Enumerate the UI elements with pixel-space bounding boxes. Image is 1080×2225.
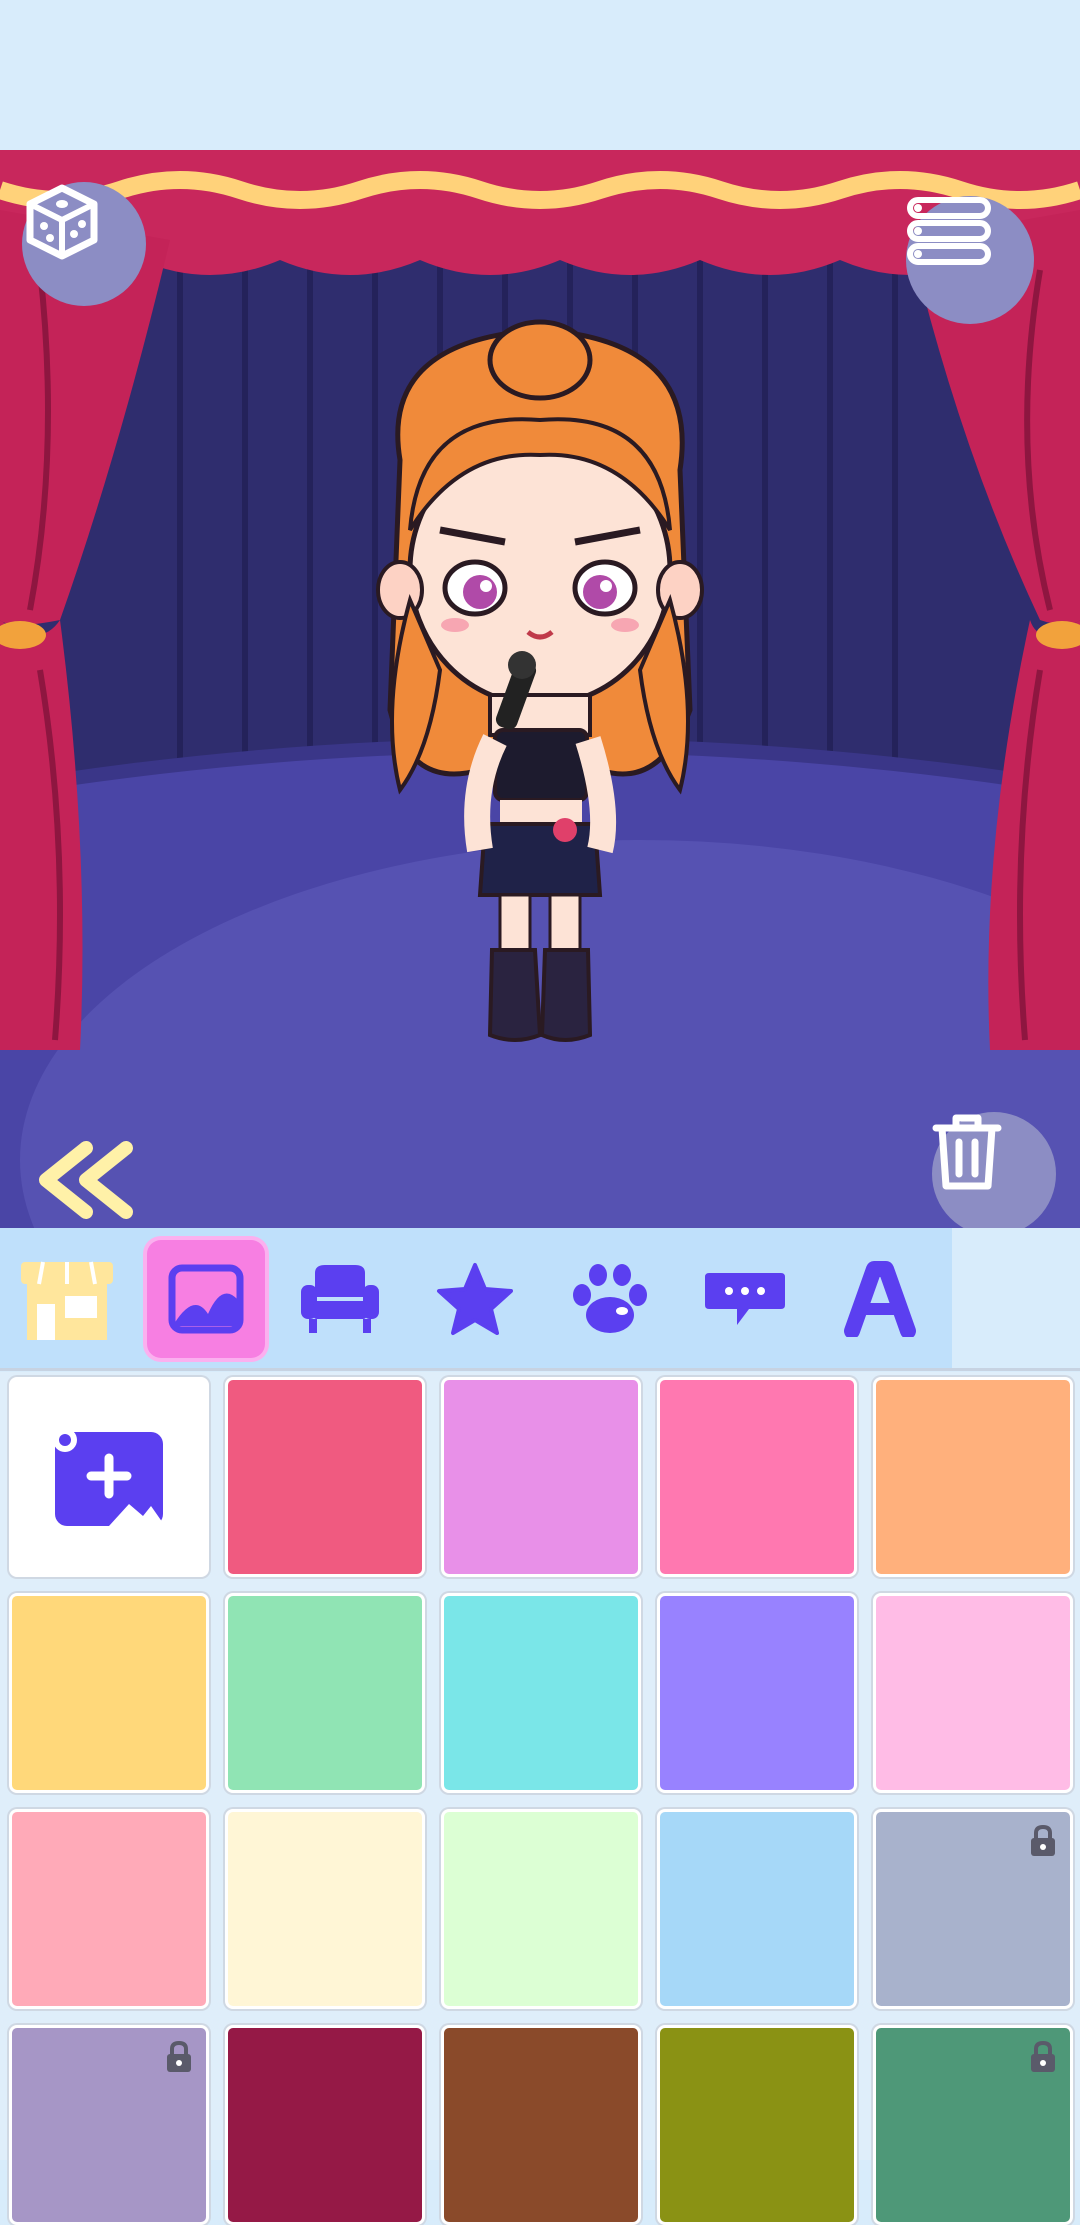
background-color-grid <box>0 1372 1080 2225</box>
tab-speech[interactable] <box>686 1240 804 1358</box>
color-swatch[interactable] <box>873 1809 1073 2009</box>
color-swatch[interactable] <box>657 2025 857 2225</box>
color-swatch[interactable] <box>9 2025 209 2225</box>
color-swatch[interactable] <box>225 1593 425 1793</box>
double-chevron-left-icon <box>39 1141 133 1219</box>
category-tab-bar <box>0 1228 1080 1371</box>
speech-bubble-icon <box>705 1273 785 1325</box>
color-swatch[interactable] <box>441 2025 641 2225</box>
tab-background[interactable] <box>147 1240 265 1358</box>
armchair-icon <box>301 1265 379 1333</box>
color-swatch[interactable] <box>225 2025 425 2225</box>
color-swatch[interactable] <box>9 1809 209 2009</box>
color-swatch[interactable] <box>9 1593 209 1793</box>
tab-text[interactable] <box>821 1240 939 1358</box>
lock-icon <box>164 2040 194 2079</box>
add-image-icon <box>53 1428 165 1526</box>
color-swatch[interactable] <box>873 1377 1073 1577</box>
tab-furniture[interactable] <box>281 1240 399 1358</box>
color-swatch[interactable] <box>657 1593 857 1793</box>
tab-shop[interactable] <box>8 1240 126 1358</box>
paw-icon <box>573 1264 647 1333</box>
list-menu-icon <box>907 197 991 265</box>
color-swatch[interactable] <box>873 1593 1073 1793</box>
color-swatch[interactable] <box>441 1809 641 2009</box>
tab-pets[interactable] <box>551 1240 669 1358</box>
color-swatch[interactable] <box>657 1809 857 2009</box>
storefront-icon <box>21 1261 113 1340</box>
stage-canvas <box>0 150 1080 1228</box>
color-swatch[interactable] <box>873 2025 1073 2225</box>
stage-scene <box>0 150 1080 1228</box>
collapse-button[interactable] <box>30 1140 140 1220</box>
status-area <box>0 0 1080 150</box>
lock-icon <box>1028 2040 1058 2079</box>
tab-stickers[interactable] <box>416 1240 534 1358</box>
landscape-image-icon <box>168 1264 244 1334</box>
randomize-button[interactable] <box>22 182 146 306</box>
star-icon <box>437 1263 513 1335</box>
color-swatch[interactable] <box>657 1377 857 1577</box>
color-swatch[interactable] <box>441 1377 641 1577</box>
lock-icon <box>1028 1824 1058 1863</box>
dice-icon <box>26 184 98 260</box>
color-swatch[interactable] <box>225 1809 425 2009</box>
tab-bar-spacer <box>952 1228 1080 1368</box>
delete-button[interactable] <box>932 1112 1056 1228</box>
trash-icon <box>932 1114 1002 1190</box>
add-custom-background-button[interactable] <box>9 1377 209 1577</box>
letter-a-icon <box>844 1261 916 1337</box>
color-swatch[interactable] <box>441 1593 641 1793</box>
menu-button[interactable] <box>906 196 1034 324</box>
color-swatch[interactable] <box>225 1377 425 1577</box>
